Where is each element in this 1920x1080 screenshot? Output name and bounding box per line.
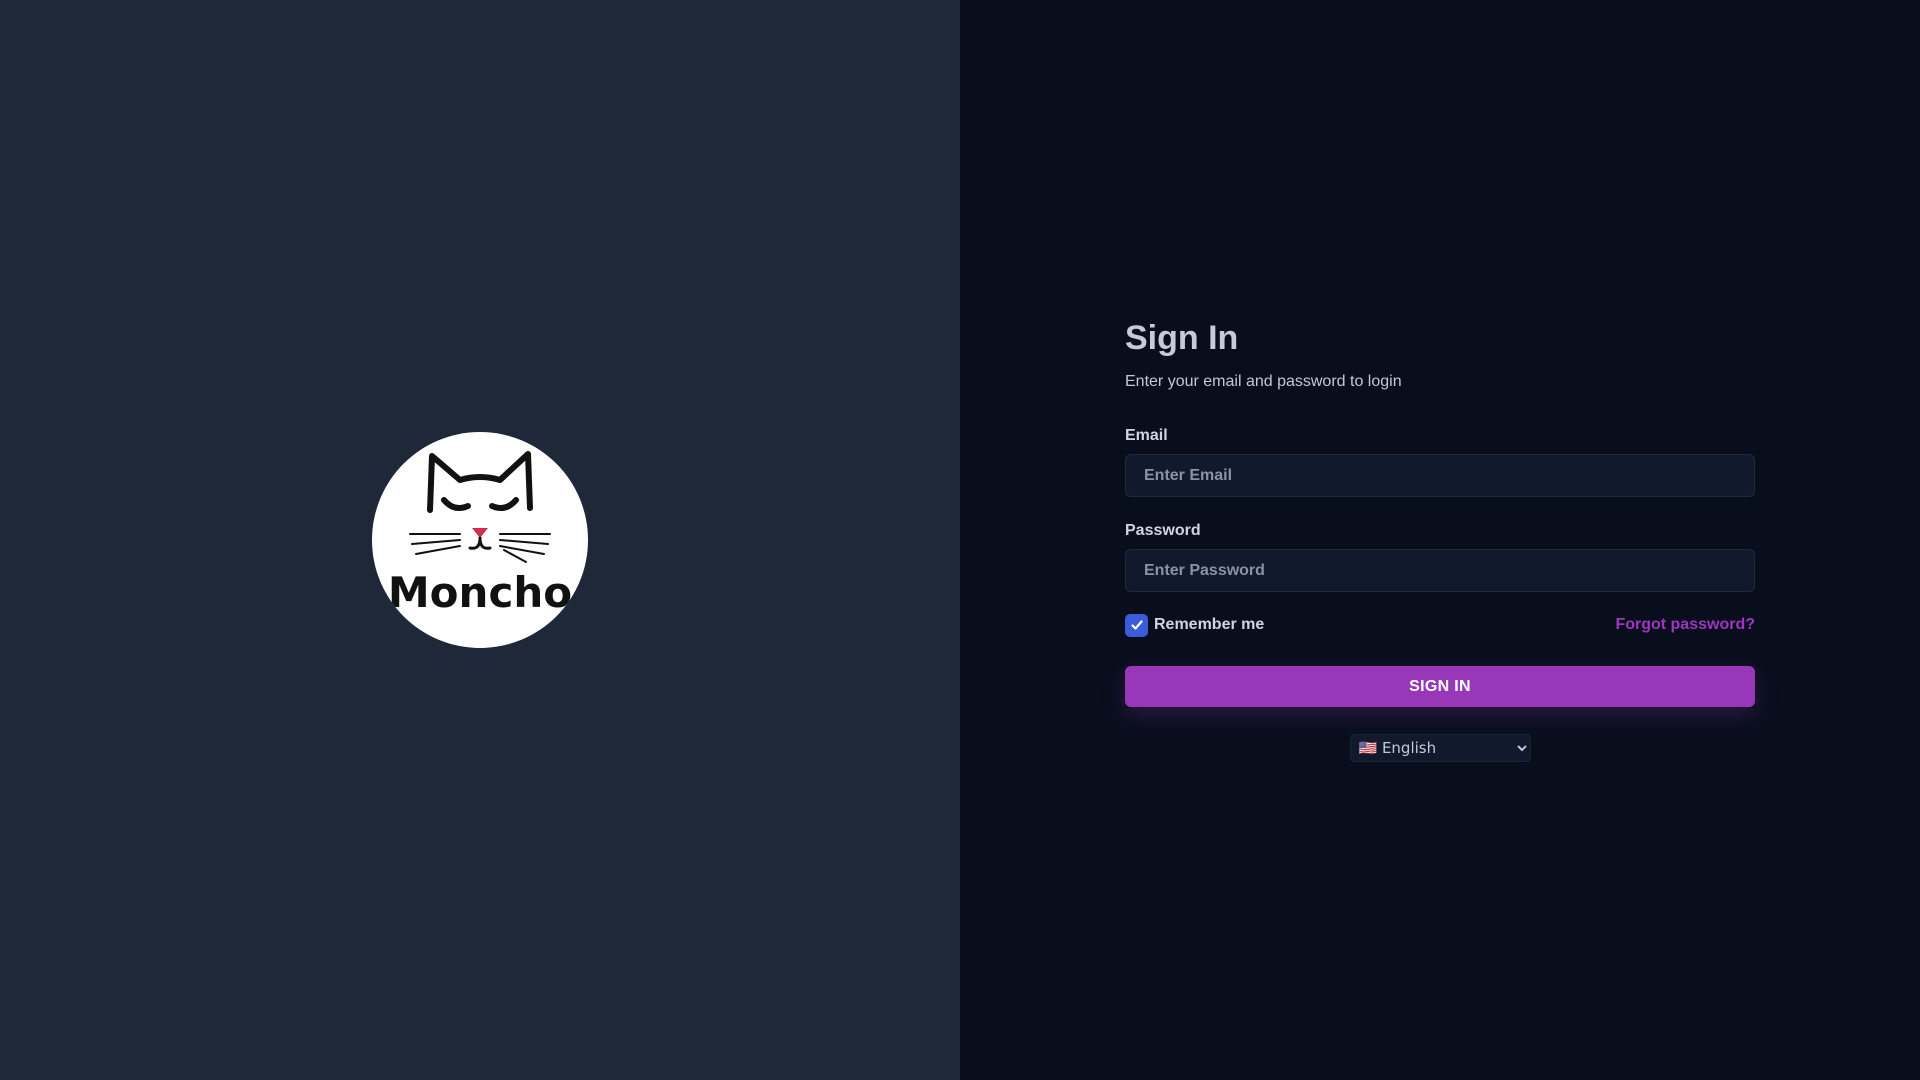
password-label: Password xyxy=(1125,522,1201,539)
brand-logo: Moncho xyxy=(372,432,588,648)
brand-wordmark: Moncho xyxy=(388,568,572,617)
sign-in-button[interactable]: SIGN IN xyxy=(1125,666,1755,707)
language-picker: 🇺🇸 English xyxy=(1125,734,1755,762)
options-row: Remember me Forgot password? xyxy=(1125,613,1755,637)
email-input[interactable] xyxy=(1125,454,1755,497)
signin-panel: Sign In Enter your email and password to… xyxy=(960,0,1920,1080)
signin-form: Sign In Enter your email and password to… xyxy=(1125,318,1755,762)
forgot-password-link[interactable]: Forgot password? xyxy=(1615,616,1755,634)
page-title: Sign In xyxy=(1125,319,1239,357)
email-label: Email xyxy=(1125,427,1168,444)
page-subtitle: Enter your email and password to login xyxy=(1125,373,1402,390)
language-select[interactable]: 🇺🇸 English xyxy=(1349,734,1531,762)
remember-checkbox[interactable] xyxy=(1125,613,1148,637)
cat-face-icon: Moncho xyxy=(388,451,572,617)
brand-panel: Moncho xyxy=(0,0,960,1080)
checkmark-icon xyxy=(1130,620,1143,630)
password-input[interactable] xyxy=(1125,549,1755,592)
remember-label: Remember me xyxy=(1154,616,1265,633)
login-page: Moncho Sign In Enter your email and pass… xyxy=(0,0,1920,1080)
remember-me[interactable]: Remember me xyxy=(1125,613,1265,637)
